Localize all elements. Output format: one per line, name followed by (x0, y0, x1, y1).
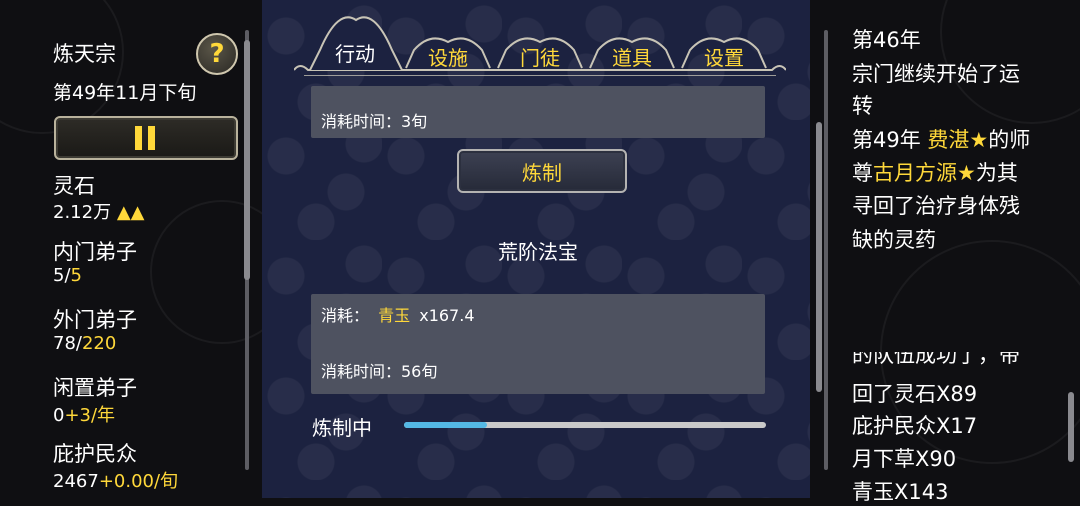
material-cost-text: 消耗： 青玉 x167.4 (321, 306, 475, 325)
left-scroll-thumb[interactable] (244, 40, 250, 280)
log-line: 寻回了治疗身体残 (852, 194, 1020, 218)
time-cost-text: 消耗时间：3旬 (321, 112, 428, 131)
stat-value: 5/5 (53, 265, 82, 286)
log-line: 青玉X143 (852, 480, 949, 504)
sect-status-panel: 炼天宗 ? 第49年11月下旬 灵石 2.12万 ▲▲ 内门弟子 5/5 外门弟… (0, 0, 262, 498)
recipe-cost-box: 消耗： 青玉 x167.4 消耗时间：56旬 (311, 294, 765, 394)
log-line: 宗门继续开始了运 (852, 62, 1020, 86)
trend-up-icon: ▲▲ (116, 202, 145, 223)
craft-progress-bar (404, 422, 766, 428)
progress-label: 炼制中 (312, 416, 372, 440)
disciple-name: 费湛★ (927, 128, 989, 152)
progress-fill (404, 422, 488, 428)
stat-title: 灵石 (53, 174, 95, 198)
log-line-clipped: 的队伍成功了，带 (852, 352, 1020, 367)
master-name: 古月方源★ (873, 161, 976, 185)
stat-value: 78/220 (53, 333, 117, 354)
tab-action[interactable]: 行动 (315, 32, 395, 72)
material-name: 青玉 (378, 306, 411, 325)
log-line: 庇护民众X17 (852, 414, 978, 438)
log-line: 转 (852, 94, 873, 118)
log-line: 回了灵石X89 (852, 382, 978, 406)
stat-value: 2467+0.00/旬 (53, 471, 179, 492)
question-icon: ? (209, 39, 225, 69)
log-line: 尊古月方源★为其 (852, 161, 1018, 185)
sect-name: 炼天宗 (53, 42, 116, 66)
log-line: 第46年 (852, 28, 921, 52)
stat-value: 2.12万 ▲▲ (53, 202, 145, 223)
stat-title: 闲置弟子 (53, 376, 137, 400)
previous-recipe-box: 消耗时间：3旬 (311, 86, 765, 138)
pause-button[interactable] (54, 116, 238, 160)
item-name: 荒阶法宝 (498, 240, 578, 264)
stat-value: 0+3/年 (53, 405, 116, 426)
log-line: 月下草X90 (852, 447, 957, 471)
craft-button[interactable]: 炼制 (457, 149, 627, 193)
tab-items[interactable]: 道具 (590, 36, 674, 76)
pause-icon (148, 126, 155, 150)
time-cost-text: 消耗时间：56旬 (321, 362, 438, 381)
material-amount: x167.4 (419, 306, 475, 325)
help-button[interactable]: ? (196, 33, 238, 75)
log-line: 缺的灵药 (852, 228, 936, 252)
log-scroll-thumb[interactable] (1068, 392, 1074, 462)
log-line: 第49年 费湛★的师 (852, 128, 1031, 152)
stat-title: 庇护民众 (53, 442, 137, 466)
tab-facilities[interactable]: 设施 (406, 36, 490, 76)
stat-title: 外门弟子 (53, 308, 137, 332)
tab-settings[interactable]: 设置 (682, 36, 766, 76)
stat-title: 内门弟子 (53, 240, 137, 264)
pause-icon (135, 126, 142, 150)
game-date: 第49年11月下旬 (53, 82, 197, 104)
log-scrollbar[interactable] (824, 30, 828, 470)
tab-disciples[interactable]: 门徒 (498, 36, 582, 76)
